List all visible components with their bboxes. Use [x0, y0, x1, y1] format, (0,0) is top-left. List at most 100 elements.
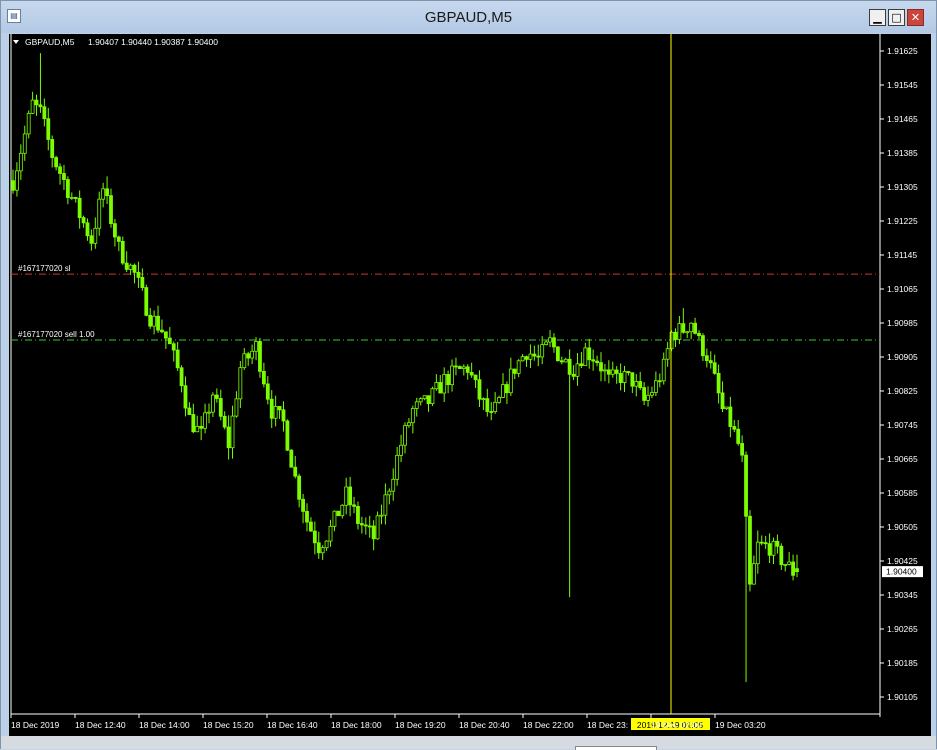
candle-body: [277, 406, 282, 411]
candle-body: [677, 323, 682, 340]
candle-body: [614, 369, 619, 374]
y-tick-label: 1.90825: [887, 386, 918, 396]
candle-body: [30, 99, 35, 114]
x-tick-label: 18 Dec 12:40: [75, 720, 126, 730]
candle-body: [571, 373, 576, 377]
candle-body: [603, 369, 607, 372]
candle-body: [160, 329, 164, 333]
candle-body: [89, 235, 94, 244]
candle-body: [222, 415, 227, 428]
y-tick-label: 1.90265: [887, 624, 918, 634]
candle-body: [473, 374, 478, 381]
candle-body: [744, 454, 748, 517]
candle-body: [618, 373, 623, 383]
close-button[interactable]: ✕: [907, 9, 924, 26]
candle-body: [261, 370, 266, 385]
candle-body: [273, 406, 278, 419]
chart-tab[interactable]: [575, 746, 657, 750]
title-bar[interactable]: ▤ GBPAUD,M5 ▁ □ ✕: [1, 1, 936, 33]
candle-body: [113, 223, 117, 238]
candle-body: [591, 359, 596, 362]
candle-body: [520, 356, 525, 362]
x-tick-label: 18 Dec 2019: [11, 720, 59, 730]
candle-body: [230, 415, 235, 449]
candle-body: [697, 332, 701, 337]
candle-body: [485, 398, 490, 412]
candle-body: [622, 371, 627, 383]
candle-body: [724, 406, 729, 409]
maximize-button[interactable]: □: [888, 9, 905, 26]
candle-body: [348, 486, 353, 506]
candle-body: [524, 356, 529, 360]
y-tick-label: 1.91465: [887, 114, 918, 124]
candle-body: [332, 510, 337, 527]
y-tick-label: 1.90425: [887, 556, 918, 566]
candle-body: [144, 287, 149, 316]
y-tick-label: 1.91625: [887, 46, 918, 56]
candle-body: [352, 504, 356, 507]
candle-body: [250, 350, 255, 359]
candle-body: [595, 360, 599, 364]
candle-body: [630, 372, 635, 387]
candle-body: [26, 112, 31, 135]
candle: [375, 511, 380, 540]
candle-body: [559, 360, 564, 363]
candle-body: [379, 514, 384, 517]
candle-body: [183, 385, 188, 409]
candle-body: [359, 523, 364, 526]
candle-body: [783, 564, 788, 566]
candle-body: [532, 353, 537, 357]
candle-body: [708, 360, 713, 364]
candle-body: [116, 236, 121, 242]
current-price-label: 1.90400: [886, 567, 917, 577]
candle-body: [242, 353, 247, 369]
candle-body: [101, 188, 106, 200]
candle-body: [148, 314, 153, 327]
candle-body: [701, 335, 705, 357]
candle-body: [109, 195, 113, 225]
candle-body: [403, 425, 407, 446]
candle-body: [62, 173, 66, 180]
chart-symbol-label: GBPAUD,M5: [25, 37, 75, 47]
candle-body: [320, 547, 325, 554]
y-tick-label: 1.91145: [887, 250, 917, 260]
candle-body: [226, 426, 231, 449]
candle-body: [567, 358, 572, 375]
candle-body: [387, 490, 392, 496]
candle-body: [661, 358, 666, 382]
candle-body: [136, 271, 141, 278]
candle-body: [191, 414, 196, 433]
candle-body: [575, 363, 580, 377]
candle: [430, 386, 435, 407]
candle-body: [383, 494, 388, 516]
candle-body: [740, 443, 745, 456]
price-chart[interactable]: GBPAUD,M5 1.90407 1.90440 1.90387 1.9040…: [9, 34, 931, 736]
candle-body: [18, 152, 23, 172]
candle-body: [156, 315, 160, 331]
candle-body: [434, 382, 439, 390]
candle: [144, 284, 149, 317]
candle-body: [442, 374, 447, 394]
candle-body: [771, 540, 776, 556]
y-tick-label: 1.91385: [887, 148, 918, 158]
candle-body: [489, 411, 494, 413]
chart-canvas[interactable]: GBPAUD,M5 1.90407 1.90440 1.90387 1.9040…: [9, 34, 931, 736]
candle-body: [305, 510, 309, 523]
candle-body: [650, 392, 654, 396]
candle: [26, 110, 31, 139]
candle-body: [167, 337, 172, 345]
candle-body: [163, 331, 168, 339]
candle-body: [728, 406, 733, 427]
candle-body: [732, 426, 737, 430]
candle-body: [407, 422, 411, 427]
candle-body: [395, 454, 400, 480]
minimize-button[interactable]: ▁: [869, 9, 886, 26]
candle-body: [508, 368, 513, 394]
candle-body: [704, 355, 709, 362]
candle-body: [312, 530, 317, 544]
candle-body: [340, 504, 345, 517]
candle-body: [15, 170, 19, 191]
x-tick-label: 18 Dec 19:20: [395, 720, 446, 730]
y-tick-label: 1.90665: [887, 454, 918, 464]
y-tick-label: 1.90185: [887, 658, 918, 668]
